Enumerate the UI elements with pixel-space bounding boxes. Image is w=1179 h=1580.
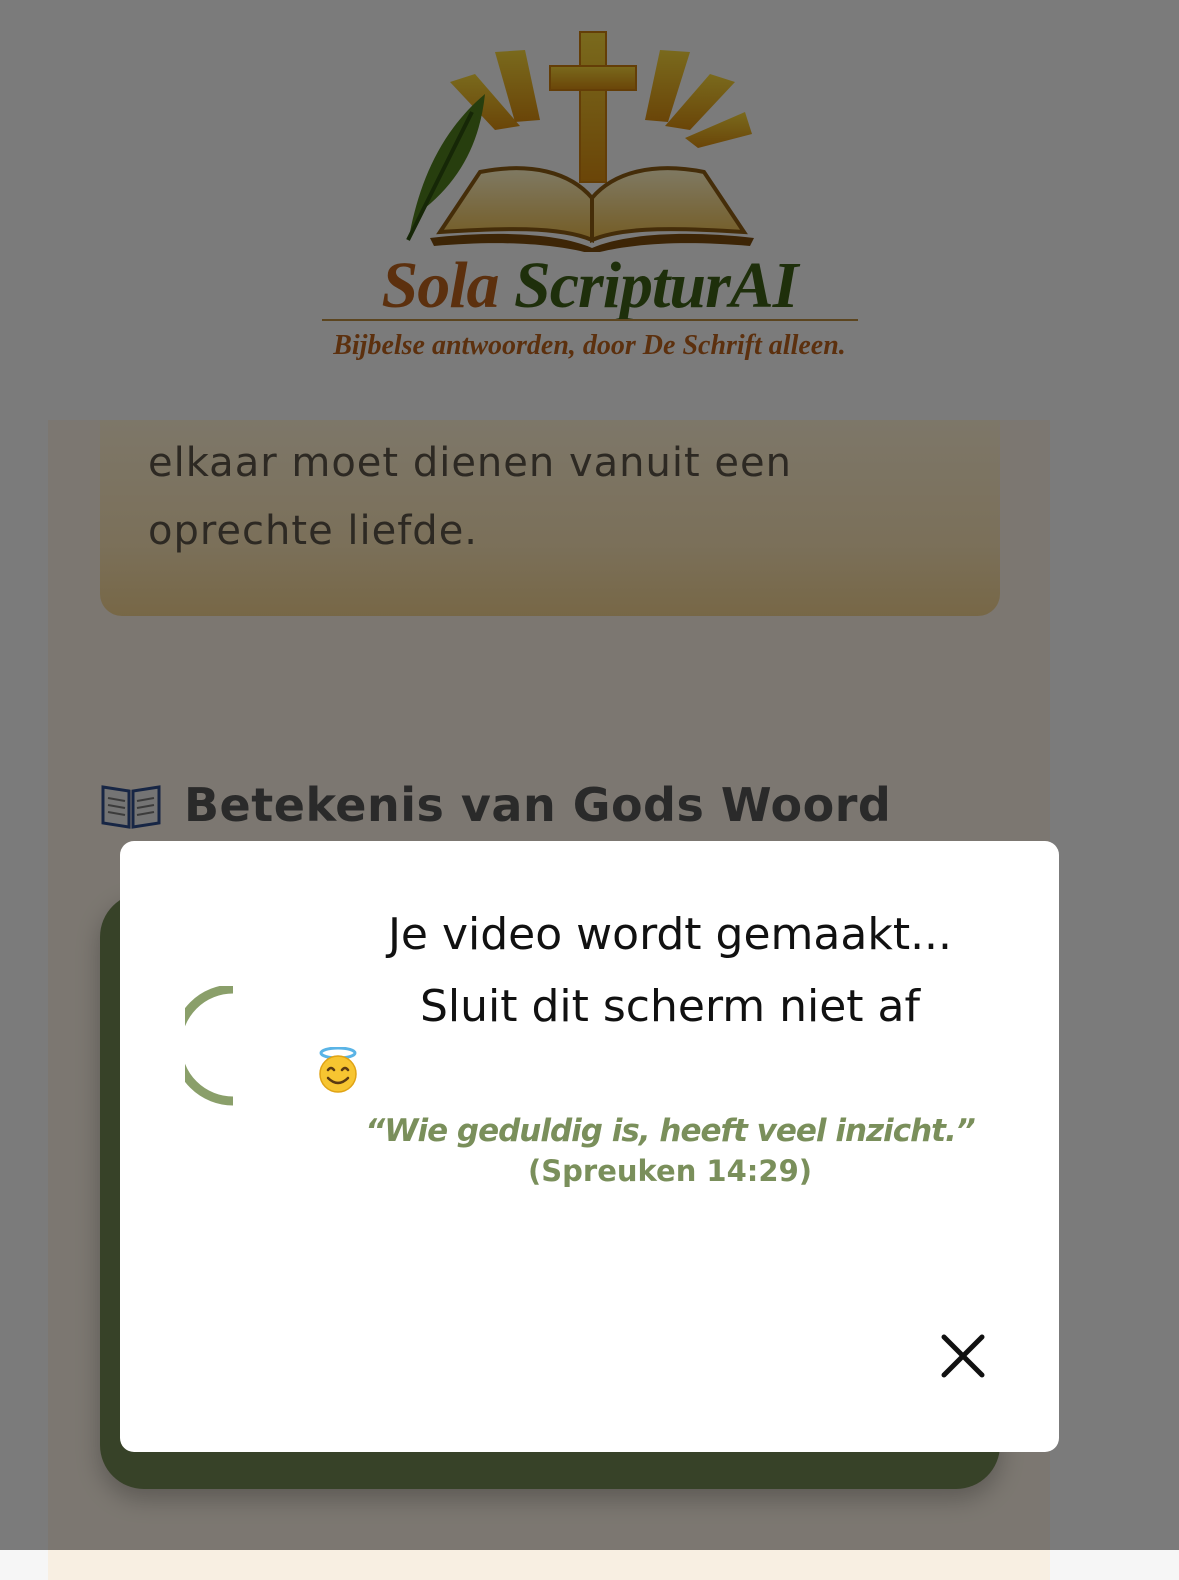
close-button[interactable] xyxy=(932,1325,994,1387)
video-progress-modal: Je video wordt gemaakt... Sluit dit sche… xyxy=(120,841,1059,1452)
modal-title-line-1: Je video wordt gemaakt... xyxy=(387,909,953,960)
smiling-face-with-halo-icon xyxy=(316,1043,360,1093)
modal-title: Je video wordt gemaakt... Sluit dit sche… xyxy=(310,899,1030,1093)
bible-quote-reference: (Spreuken 14:29) xyxy=(528,1154,812,1188)
modal-title-line-2: Sluit dit scherm niet af xyxy=(419,981,920,1032)
close-icon xyxy=(941,1334,985,1378)
loading-spinner-icon xyxy=(185,986,234,1106)
bible-quote: “Wie geduldig is, heeft veel inzicht.” xyxy=(365,1113,975,1149)
